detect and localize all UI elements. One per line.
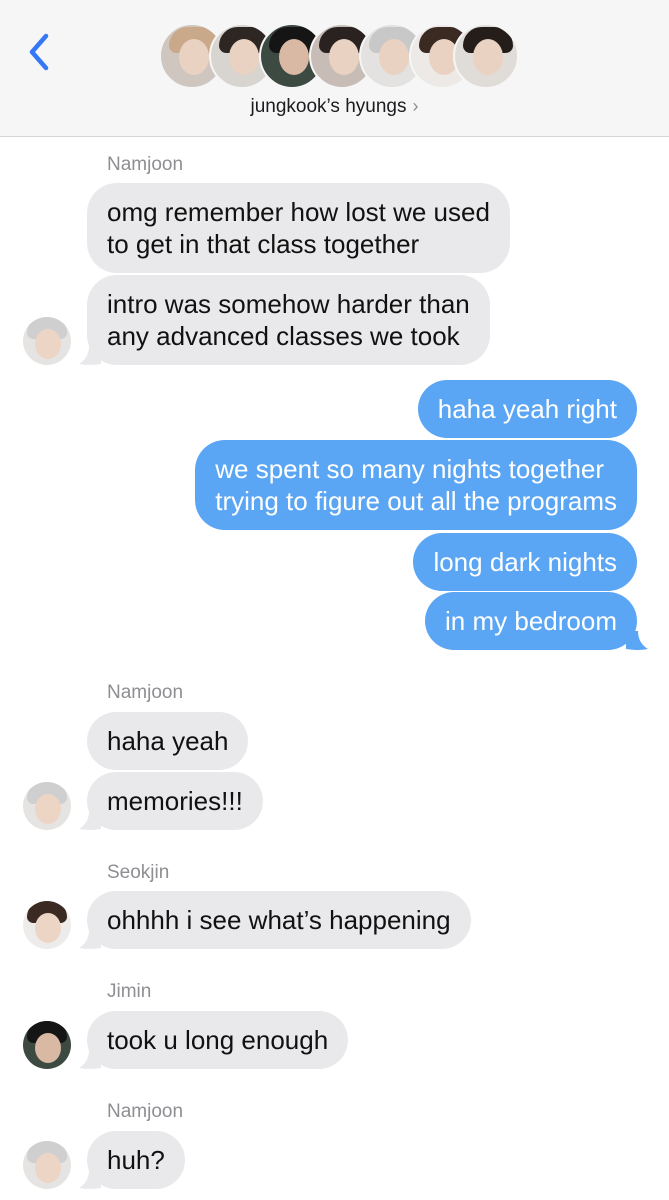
conversation-header: jungkook’s hyungs › <box>0 0 669 137</box>
avatar-namjoon[interactable] <box>23 317 71 365</box>
group-name-button[interactable]: jungkook’s hyungs › <box>0 96 669 118</box>
sender-name: Namjoon <box>107 154 184 175</box>
chevron-right-icon: › <box>412 96 419 116</box>
message-line: we spent so many nights together <box>215 454 605 484</box>
incoming-message[interactable]: huh? <box>87 1131 185 1189</box>
message-line: intro was somehow harder than <box>107 289 470 319</box>
incoming-message[interactable]: haha yeah <box>87 712 249 770</box>
group-name: jungkook’s hyungs <box>250 96 407 117</box>
incoming-message[interactable]: intro was somehow harder than any advanc… <box>87 275 490 365</box>
incoming-message[interactable]: took u long enough <box>87 1011 349 1069</box>
avatar-jimin[interactable] <box>23 1021 71 1069</box>
message-line: to get in that class together <box>107 229 420 259</box>
avatar-seokjin[interactable] <box>23 901 71 949</box>
incoming-message[interactable]: omg remember how lost we used to get in … <box>87 183 510 273</box>
incoming-message[interactable]: ohhhh i see what’s happening <box>87 891 471 949</box>
group-avatar-stack[interactable] <box>159 23 519 91</box>
bubble-tail <box>626 631 648 650</box>
sender-name: Jimin <box>107 981 152 1002</box>
outgoing-message[interactable]: long dark nights <box>413 533 637 591</box>
sender-name: Seokjin <box>107 862 170 883</box>
message-line: omg remember how lost we used <box>107 197 490 227</box>
bubble-tail <box>79 346 101 365</box>
outgoing-message[interactable]: we spent so many nights together trying … <box>195 440 637 530</box>
member-avatar <box>453 23 519 89</box>
avatar-namjoon[interactable] <box>23 782 71 830</box>
incoming-message[interactable]: memories!!! <box>87 772 263 830</box>
sender-name: Namjoon <box>107 1101 184 1122</box>
outgoing-message[interactable]: in my bedroom <box>425 592 637 650</box>
sender-name: Namjoon <box>107 682 184 703</box>
message-line: any advanced classes we took <box>107 321 460 351</box>
message-line: trying to figure out all the programs <box>215 486 617 516</box>
avatar-namjoon[interactable] <box>23 1141 71 1189</box>
chevron-left-icon[interactable] <box>22 30 56 74</box>
outgoing-message[interactable]: haha yeah right <box>417 380 637 438</box>
bubble-tail <box>79 811 101 830</box>
bubble-tail <box>79 1170 101 1189</box>
bubble-tail <box>79 930 101 949</box>
bubble-tail <box>79 1050 101 1069</box>
